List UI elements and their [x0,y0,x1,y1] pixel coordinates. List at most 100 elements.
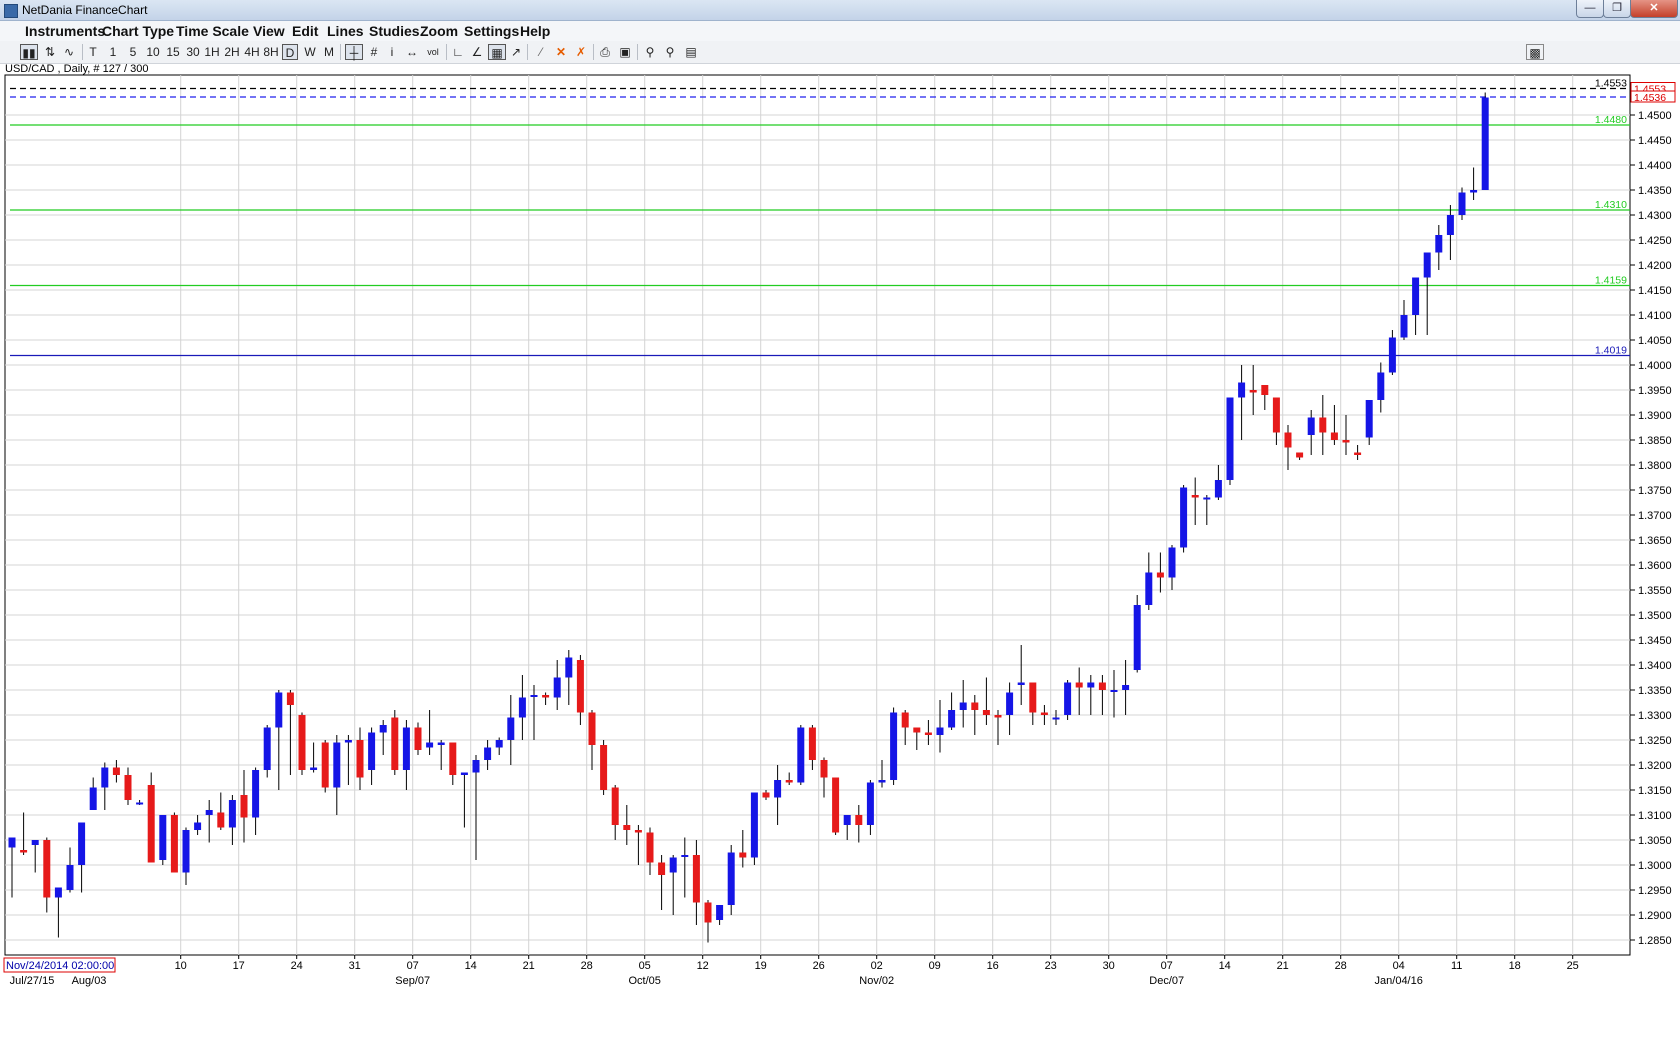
candle-body [136,802,144,805]
candle-body [460,772,468,775]
y-tick-label: 1.2850 [1638,935,1672,947]
candle-body [994,715,1002,718]
y-axis: 1.2850 1.2900 1.2950 1.3000 1.3050 1.3100 1.31… [1630,82,1676,947]
status-strip [0,996,1680,1050]
x-tick-label: 09 [929,960,941,972]
candle-body [31,840,39,845]
x-tick-label: 04 [1393,960,1405,972]
y-tick-label: 1.3600 [1638,560,1672,572]
x-tick-label: 11 [1451,960,1462,972]
y-tick-label: 1.3550 [1638,585,1672,597]
y-tick-label: 1.3250 [1638,735,1672,747]
x-tick-label: 14 [1219,960,1231,972]
y-tick-label: 1.3150 [1638,785,1672,797]
candle-body [414,727,422,750]
x-month-label: Jul/27/15 [10,975,55,987]
x-tick-label: 28 [581,960,593,972]
candle-body [692,855,700,903]
candle-body [1098,682,1106,690]
x-tick-label: 10 [175,960,187,972]
candle-body [1087,682,1095,688]
y-tick-label: 1.3800 [1638,460,1672,472]
candle-body [1330,432,1338,440]
y-tick-label: 1.4350 [1638,185,1672,197]
candle-body [252,770,260,818]
candle-body [1319,417,1327,433]
candle-body [159,815,167,860]
candle-body [832,777,840,833]
candle-body [1226,397,1234,480]
candle-body [1261,385,1269,395]
candle-body [669,857,677,873]
candle-body [1272,397,1280,433]
crosshair-date-box: Nov/24/2014 02:00:00 [3,957,116,973]
y-tick-label: 1.3850 [1638,435,1672,447]
y-tick-label: 1.3050 [1638,835,1672,847]
candle-body [1156,572,1164,578]
candle-body [495,740,503,748]
candle-body [147,785,155,863]
x-tick-label: 16 [987,960,999,972]
candle-body [936,727,944,735]
y-tick-label: 1.3700 [1638,510,1672,522]
candle-body [750,792,758,858]
y-tick-label: 1.3900 [1638,410,1672,422]
x-tick-label: 07 [1161,960,1173,972]
candle-body [228,800,236,828]
candle-body [217,812,225,828]
candle-body [507,717,515,740]
candle-body [576,660,584,713]
y-tick-label: 1.4250 [1638,235,1672,247]
x-month-label: Dec/07 [1149,975,1184,987]
x-tick-label: 23 [1045,960,1057,972]
candle-body [1342,440,1350,443]
candle-body [1284,432,1292,448]
x-tick-label: 26 [813,960,825,972]
candle-body [1122,685,1130,690]
candle-body [1365,400,1373,438]
candle-body [948,710,956,728]
x-tick-label: 17 [233,960,245,972]
candle-body [205,810,213,815]
x-tick-label: 19 [755,960,767,972]
candle-body [89,787,97,810]
candle-body [170,815,178,873]
candle-body [379,725,387,733]
candle-body [1446,215,1454,235]
candle-body [623,825,631,830]
candle-body [1064,682,1072,715]
candle-body [1354,452,1362,455]
x-month-label: Sep/07 [395,975,430,987]
candle-body [1423,252,1431,278]
candle-body [959,702,967,710]
candle-body [971,702,979,710]
candle-body [1052,717,1060,720]
candle-body [1296,452,1304,458]
candle-body [1238,382,1246,398]
x-tick-label: 18 [1509,960,1521,972]
candle-body [808,727,816,760]
candle-body [182,830,190,873]
x-tick-label: 30 [1103,960,1115,972]
candle-body [518,697,526,718]
candle-body [240,795,248,818]
candle-body [20,850,28,853]
candle-body [112,767,120,775]
candle-body [1017,682,1025,685]
candle-body [298,715,306,770]
candle-body [681,855,689,857]
candle-body [890,712,898,780]
candle-body [1110,690,1118,692]
candle-body [426,742,434,748]
x-month-label: Aug/03 [72,975,107,987]
candle-body [762,792,770,798]
candle-body [716,905,724,920]
price-chart[interactable]: 1.45531.44801.43101.41591.4019 1.28501.2… [0,0,1680,1050]
candle-body [1377,372,1385,400]
y-tick-label: 1.3450 [1638,635,1672,647]
candle-body [66,865,74,890]
x-tick-label: 28 [1335,960,1347,972]
candle-body [356,740,364,778]
candle-body [820,760,828,778]
candle-body [1040,712,1048,715]
